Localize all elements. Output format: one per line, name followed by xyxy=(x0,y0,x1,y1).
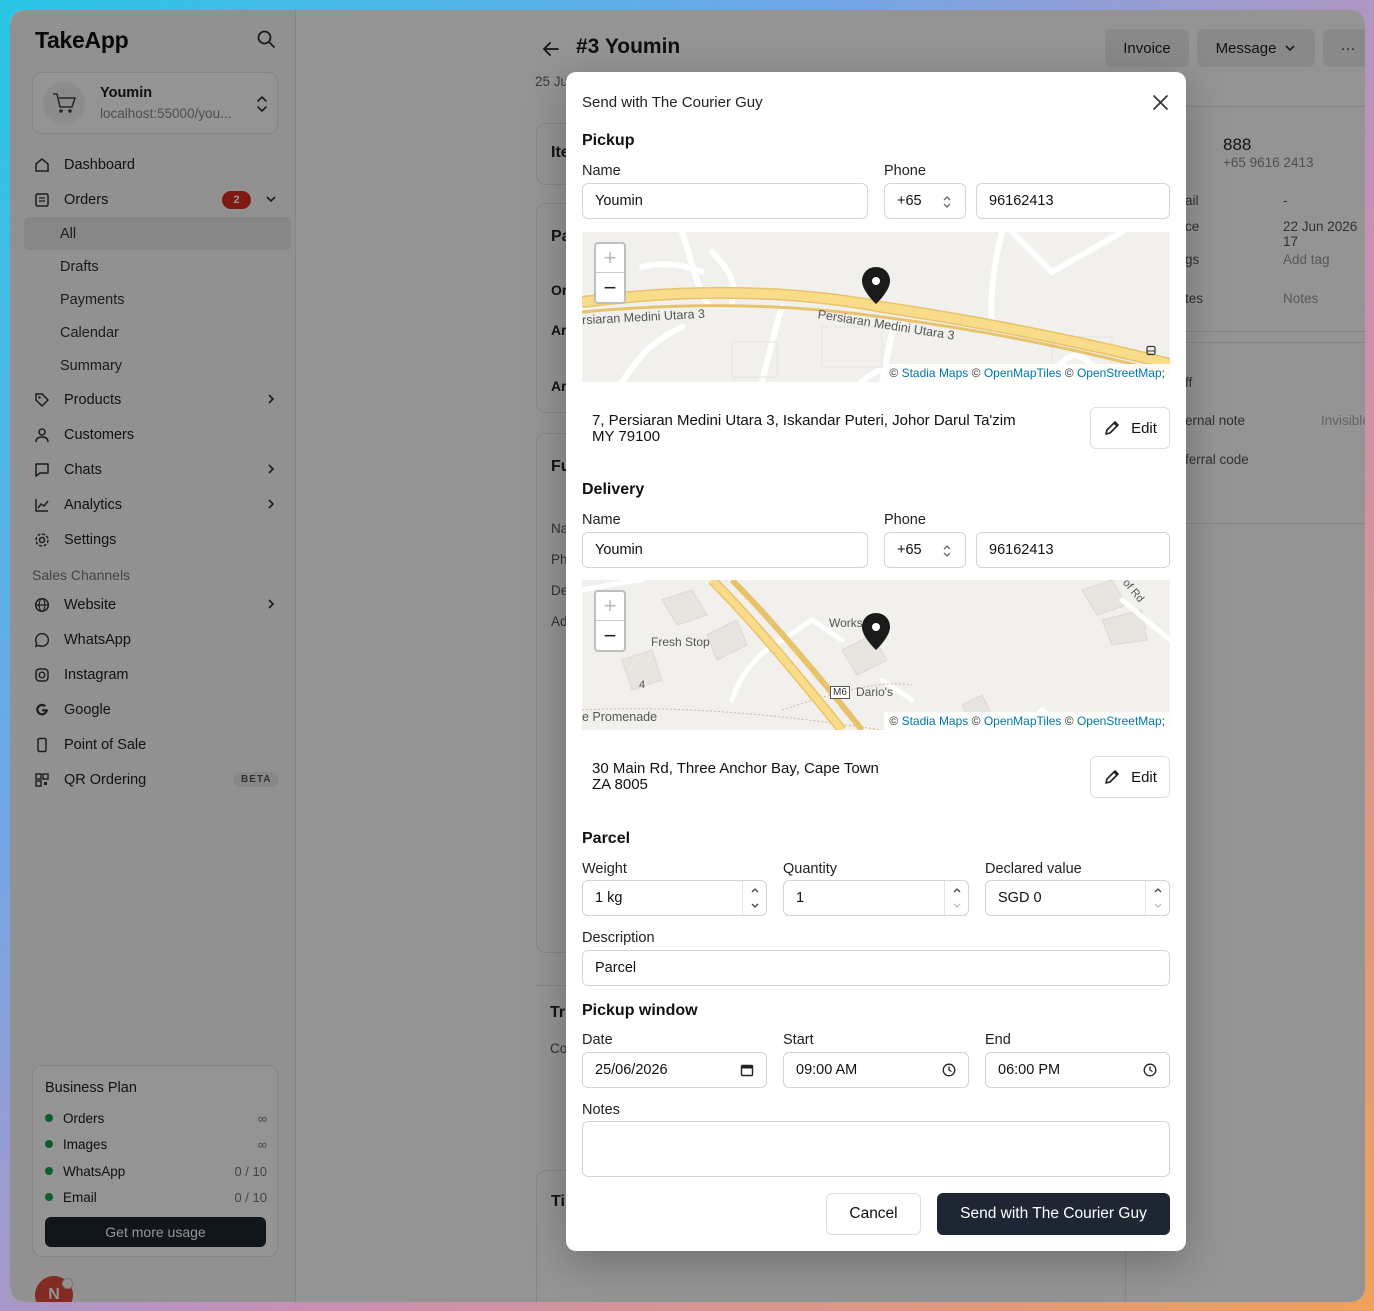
delivery-name-label: Name xyxy=(582,512,621,528)
stepper-arrows[interactable] xyxy=(944,881,968,915)
calendar-icon xyxy=(740,1064,754,1077)
dialog-title: Send with The Courier Guy xyxy=(582,94,763,111)
clock-icon xyxy=(942,1063,956,1077)
close-icon[interactable] xyxy=(1152,94,1169,111)
date-value: 25/06/2026 xyxy=(595,1062,668,1078)
map-pin-icon[interactable] xyxy=(860,266,892,309)
pickup-phone-label: Phone xyxy=(884,163,926,179)
start-time-picker[interactable]: 09:00 AM xyxy=(783,1052,969,1088)
attribution-copyright: © xyxy=(1064,366,1074,380)
end-time-picker[interactable]: 06:00 PM xyxy=(985,1052,1170,1088)
quantity-stepper[interactable]: 1 xyxy=(783,880,969,916)
delivery-phone-input[interactable]: 96162413 xyxy=(976,532,1170,568)
pickup-country-code-select[interactable]: +65 xyxy=(884,183,966,219)
stadia-maps-link[interactable]: Stadia Maps xyxy=(902,714,969,728)
quantity-value: 1 xyxy=(796,890,805,906)
zoom-in-button[interactable]: + xyxy=(596,592,624,621)
pencil-icon xyxy=(1105,770,1119,784)
attribution-copyright: © xyxy=(971,714,981,728)
pickup-edit-button[interactable]: Edit xyxy=(1090,407,1170,449)
delivery-heading: Delivery xyxy=(582,481,645,498)
map-route-shield: M6 xyxy=(830,686,850,699)
pickup-map[interactable]: rsiaran Medini Utara 3 Persiaran Medini … xyxy=(582,232,1170,382)
map-poi-label: Dario's xyxy=(856,685,893,699)
pickup-name-label: Name xyxy=(582,163,621,179)
clock-icon xyxy=(1143,1063,1157,1077)
map-poi-label: 4 xyxy=(639,679,646,691)
weight-stepper[interactable]: 1 kg xyxy=(582,880,767,916)
zoom-out-button[interactable]: − xyxy=(596,621,624,650)
attribution-copyright: © xyxy=(1064,714,1074,728)
stepper-arrows[interactable] xyxy=(1145,881,1169,915)
declared-value-stepper[interactable]: SGD 0 xyxy=(985,880,1170,916)
date-label: Date xyxy=(582,1032,613,1048)
edit-label: Edit xyxy=(1131,419,1157,437)
date-picker[interactable]: 25/06/2026 xyxy=(582,1052,767,1088)
attribution-copyright: © xyxy=(971,366,981,380)
address-line: 30 Main Rd, Three Anchor Bay, Cape Town xyxy=(592,760,879,777)
delivery-name-input[interactable]: Youmin xyxy=(582,532,868,568)
pickup-window-heading: Pickup window xyxy=(582,1002,698,1019)
weight-label: Weight xyxy=(582,861,627,877)
map-attribution: © Stadia Maps © OpenMapTiles © OpenStree… xyxy=(884,364,1170,382)
stadia-maps-link[interactable]: Stadia Maps xyxy=(902,366,969,380)
cancel-button[interactable]: Cancel xyxy=(826,1193,921,1235)
openmaptiles-link[interactable]: OpenMapTiles xyxy=(984,714,1062,728)
address-line: ZA 8005 xyxy=(592,776,648,793)
country-code-value: +65 xyxy=(897,193,922,209)
pickup-phone-input[interactable]: 96162413 xyxy=(976,183,1170,219)
start-time-value: 09:00 AM xyxy=(796,1062,858,1078)
stepper-arrows[interactable] xyxy=(742,881,766,915)
chevron-updown-icon xyxy=(943,196,951,208)
address-line: 7, Persiaran Medini Utara 3, Iskandar Pu… xyxy=(592,412,1016,429)
declared-value-label: Declared value xyxy=(985,861,1082,877)
chevron-updown-icon xyxy=(943,545,951,557)
openstreetmap-link[interactable]: OpenStreetMap xyxy=(1077,366,1162,380)
end-time-value: 06:00 PM xyxy=(998,1062,1061,1078)
notes-textarea[interactable] xyxy=(582,1121,1170,1177)
delivery-edit-button[interactable]: Edit xyxy=(1090,756,1170,798)
pickup-address: 7, Persiaran Medini Utara 3, Iskandar Pu… xyxy=(592,413,1016,445)
map-poi-label: Fresh Stop xyxy=(651,635,710,649)
quantity-label: Quantity xyxy=(783,861,837,877)
send-with-courier-button[interactable]: Send with The Courier Guy xyxy=(937,1193,1170,1235)
description-input[interactable]: Parcel xyxy=(582,950,1170,986)
map-zoom-control: + − xyxy=(594,242,626,304)
map-poi-label: Works xyxy=(829,616,863,630)
description-label: Description xyxy=(582,930,655,946)
parcel-heading: Parcel xyxy=(582,830,631,847)
zoom-out-button[interactable]: − xyxy=(596,273,624,302)
edit-label: Edit xyxy=(1131,768,1157,786)
country-code-value: +65 xyxy=(897,542,922,558)
courier-dialog: Send with The Courier Guy Pickup Name Ph… xyxy=(566,72,1186,1251)
bus-stop-icon xyxy=(1145,344,1157,360)
zoom-in-button[interactable]: + xyxy=(596,244,624,273)
start-label: Start xyxy=(783,1032,814,1048)
pickup-heading: Pickup xyxy=(582,132,635,149)
address-line: MY 79100 xyxy=(592,428,661,445)
openmaptiles-link[interactable]: OpenMapTiles xyxy=(984,366,1062,380)
delivery-address: 30 Main Rd, Three Anchor Bay, Cape Town … xyxy=(592,761,879,793)
end-label: End xyxy=(985,1032,1011,1048)
pencil-icon xyxy=(1105,421,1119,435)
map-pin-icon[interactable] xyxy=(860,612,892,655)
delivery-phone-label: Phone xyxy=(884,512,926,528)
weight-value: 1 kg xyxy=(595,890,623,906)
delivery-country-code-select[interactable]: +65 xyxy=(884,532,966,568)
map-tiles xyxy=(582,580,1170,730)
map-attribution: © Stadia Maps © OpenMapTiles © OpenStree… xyxy=(884,712,1170,730)
map-street-label: e Promenade xyxy=(582,710,658,724)
openstreetmap-link[interactable]: OpenStreetMap xyxy=(1077,714,1162,728)
declared-value: SGD 0 xyxy=(998,890,1042,906)
attribution-copyright: © xyxy=(889,366,899,380)
attribution-copyright: © xyxy=(889,714,899,728)
delivery-map[interactable]: Fresh Stop Works Dario's M6 4 e Promenad… xyxy=(582,580,1170,730)
map-zoom-control: + − xyxy=(594,590,626,652)
notes-label: Notes xyxy=(582,1102,620,1118)
pickup-name-input[interactable]: Youmin xyxy=(582,183,868,219)
